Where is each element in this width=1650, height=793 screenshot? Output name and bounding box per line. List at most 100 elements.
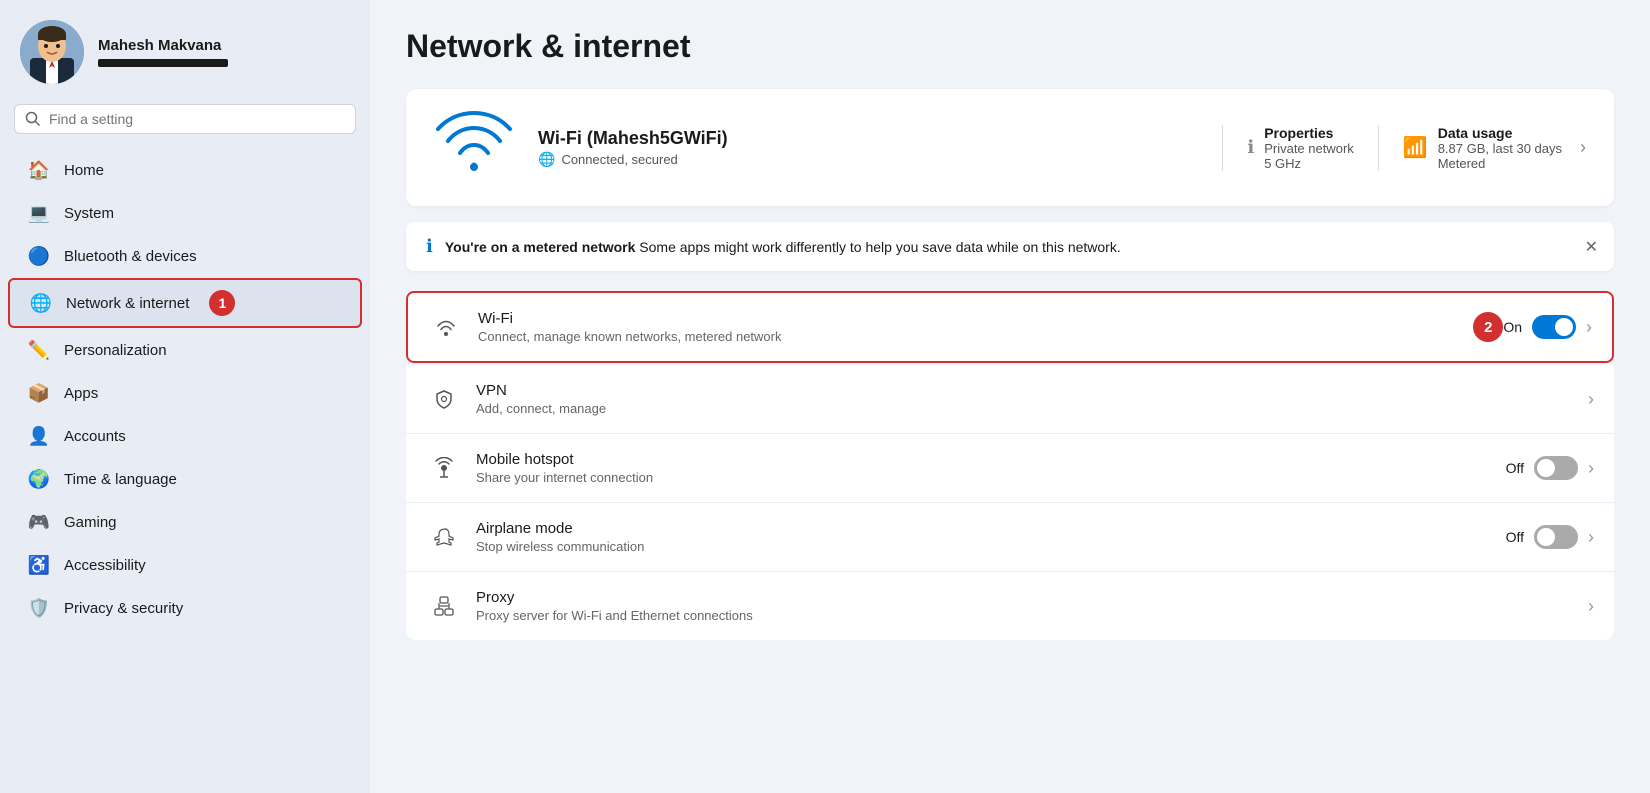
toggle-hotspot[interactable] xyxy=(1534,456,1578,480)
item-subtitle-airplane: Stop wireless communication xyxy=(476,539,1506,554)
gaming-icon: 🎮 xyxy=(28,511,50,533)
properties-sub2: 5 GHz xyxy=(1264,156,1354,171)
info-icon: ℹ xyxy=(426,236,433,257)
sidebar-label-bluetooth: Bluetooth & devices xyxy=(64,248,197,265)
sidebar-item-system[interactable]: 💻 System xyxy=(8,192,362,234)
sidebar-item-gaming[interactable]: 🎮 Gaming xyxy=(8,501,362,543)
sidebar-item-accounts[interactable]: 👤 Accounts xyxy=(8,415,362,457)
sidebar-item-network[interactable]: 🌐 Network & internet 1 xyxy=(8,278,362,328)
vpn-icon xyxy=(426,381,462,417)
wifi-name: Wi-Fi (Mahesh5GWiFi) xyxy=(538,128,1198,149)
step-2-badge: 2 xyxy=(1473,312,1503,342)
toggle-label-hotspot: Off xyxy=(1506,460,1524,476)
data-usage-icon: 📶 xyxy=(1403,135,1428,160)
privacy-icon: 🛡️ xyxy=(28,597,50,619)
item-title-proxy: Proxy xyxy=(476,589,1578,606)
user-bar xyxy=(98,59,228,67)
sidebar-item-personalization[interactable]: ✏️ Personalization xyxy=(8,329,362,371)
item-title-vpn: VPN xyxy=(476,382,1578,399)
sidebar-label-time: Time & language xyxy=(64,471,177,488)
data-usage-chevron-icon: › xyxy=(1580,137,1586,158)
settings-item-wifi[interactable]: Wi-Fi Connect, manage known networks, me… xyxy=(406,291,1614,363)
nav-list: 🏠 Home 💻 System 🔵 Bluetooth & devices 🌐 … xyxy=(0,148,370,630)
network-icon: 🌐 xyxy=(30,292,52,314)
chevron-icon-airplane: › xyxy=(1588,527,1594,548)
toggle-wifi[interactable] xyxy=(1532,315,1576,339)
info-circle-icon: ℹ xyxy=(1247,137,1254,158)
time-icon: 🌍 xyxy=(28,468,50,490)
toggle-knob-wifi xyxy=(1555,318,1573,336)
item-text-hotspot: Mobile hotspot Share your internet conne… xyxy=(476,451,1506,485)
settings-list: Wi-Fi Connect, manage known networks, me… xyxy=(406,291,1614,640)
chevron-icon-hotspot: › xyxy=(1588,458,1594,479)
toggle-label-airplane: Off xyxy=(1506,529,1524,545)
accounts-icon: 👤 xyxy=(28,425,50,447)
user-profile: Mahesh Makvana xyxy=(0,0,370,100)
item-title-wifi: Wi-Fi xyxy=(478,310,1465,327)
wifi-info: Wi-Fi (Mahesh5GWiFi) 🌐 Connected, secure… xyxy=(538,128,1198,168)
item-text-wifi: Wi-Fi Connect, manage known networks, me… xyxy=(478,310,1465,344)
sidebar-item-privacy[interactable]: 🛡️ Privacy & security xyxy=(8,587,362,629)
data-usage-section[interactable]: 📶 Data usage 8.87 GB, last 30 days Meter… xyxy=(1378,125,1586,171)
banner-text: You're on a metered network Some apps mi… xyxy=(445,239,1121,255)
home-icon: 🏠 xyxy=(28,159,50,181)
chevron-icon-proxy: › xyxy=(1588,596,1594,617)
hotspot-icon xyxy=(426,450,462,486)
sidebar-label-personalization: Personalization xyxy=(64,342,167,359)
sidebar-label-network: Network & internet xyxy=(66,295,189,312)
sidebar-label-privacy: Privacy & security xyxy=(64,600,183,617)
wifi-status: 🌐 Connected, secured xyxy=(538,151,1198,168)
page-title: Network & internet xyxy=(406,28,1614,65)
search-icon xyxy=(25,111,41,127)
wifi-status-card: Wi-Fi (Mahesh5GWiFi) 🌐 Connected, secure… xyxy=(406,89,1614,206)
properties-sub1: Private network xyxy=(1264,141,1354,156)
item-subtitle-vpn: Add, connect, manage xyxy=(476,401,1578,416)
user-name: Mahesh Makvana xyxy=(98,37,228,54)
data-usage-label: Data usage xyxy=(1438,125,1562,141)
accessibility-icon: ♿ xyxy=(28,554,50,576)
settings-item-proxy[interactable]: Proxy Proxy server for Wi-Fi and Etherne… xyxy=(406,572,1614,640)
chevron-icon-wifi: › xyxy=(1586,317,1592,338)
globe-icon: 🌐 xyxy=(538,151,555,168)
sidebar-item-apps[interactable]: 📦 Apps xyxy=(8,372,362,414)
sidebar-item-bluetooth[interactable]: 🔵 Bluetooth & devices xyxy=(8,235,362,277)
sidebar-label-system: System xyxy=(64,205,114,222)
main-content: Network & internet Wi-Fi (Mahesh5GWiFi) … xyxy=(370,0,1650,793)
item-right-hotspot: Off xyxy=(1506,456,1578,480)
user-info: Mahesh Makvana xyxy=(98,37,228,67)
sidebar-item-accessibility[interactable]: ♿ Accessibility xyxy=(8,544,362,586)
sidebar-item-home[interactable]: 🏠 Home xyxy=(8,149,362,191)
banner-body: Some apps might work differently to help… xyxy=(639,239,1120,255)
toggle-knob-hotspot xyxy=(1537,459,1555,477)
item-right-airplane: Off xyxy=(1506,525,1578,549)
sidebar-label-gaming: Gaming xyxy=(64,514,117,531)
sidebar-label-accounts: Accounts xyxy=(64,428,126,445)
item-title-hotspot: Mobile hotspot xyxy=(476,451,1506,468)
search-input[interactable] xyxy=(49,111,345,127)
banner-bold: You're on a metered network xyxy=(445,239,636,255)
toggle-knob-airplane xyxy=(1537,528,1555,546)
toggle-airplane[interactable] xyxy=(1534,525,1578,549)
banner-close-button[interactable]: ✕ xyxy=(1585,237,1598,257)
system-icon: 💻 xyxy=(28,202,50,224)
sidebar-label-accessibility: Accessibility xyxy=(64,557,146,574)
bluetooth-icon: 🔵 xyxy=(28,245,50,267)
settings-item-vpn[interactable]: VPN Add, connect, manage › xyxy=(406,365,1614,434)
data-usage-sub1: 8.87 GB, last 30 days xyxy=(1438,141,1562,156)
item-text-airplane: Airplane mode Stop wireless communicatio… xyxy=(476,520,1506,554)
sidebar-label-apps: Apps xyxy=(64,385,98,402)
settings-item-hotspot[interactable]: Mobile hotspot Share your internet conne… xyxy=(406,434,1614,503)
settings-item-airplane[interactable]: Airplane mode Stop wireless communicatio… xyxy=(406,503,1614,572)
sidebar: Mahesh Makvana 🏠 Home 💻 System 🔵 Bluetoo… xyxy=(0,0,370,793)
step-1-badge: 1 xyxy=(209,290,235,316)
wifi-large-icon xyxy=(434,109,514,186)
search-box[interactable] xyxy=(14,104,356,134)
wifi-icon xyxy=(428,309,464,345)
airplane-icon xyxy=(426,519,462,555)
sidebar-item-time[interactable]: 🌍 Time & language xyxy=(8,458,362,500)
data-usage-sub2: Metered xyxy=(1438,156,1562,171)
item-subtitle-hotspot: Share your internet connection xyxy=(476,470,1506,485)
avatar xyxy=(20,20,84,84)
chevron-icon-vpn: › xyxy=(1588,389,1594,410)
item-subtitle-proxy: Proxy server for Wi-Fi and Ethernet conn… xyxy=(476,608,1578,623)
